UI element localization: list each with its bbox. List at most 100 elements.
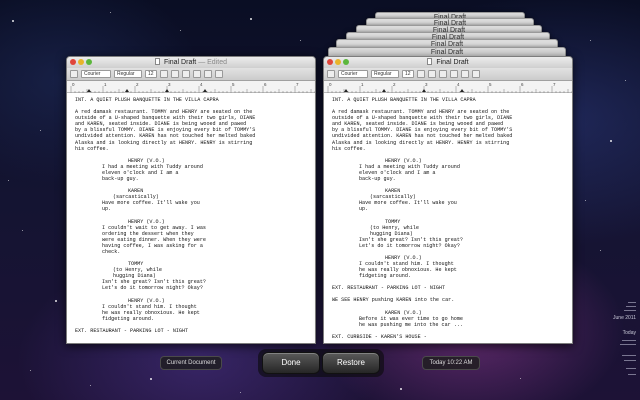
ruler-number: 7 (553, 82, 556, 87)
document-icon (427, 58, 433, 65)
ruler-ticks: 0 1 2 3 4 5 6 7 (70, 82, 315, 93)
ruler[interactable]: 0 1 2 3 4 5 6 7 (324, 81, 572, 93)
ruler-number: 6 (264, 82, 267, 87)
ruler[interactable]: 0 1 2 3 4 5 6 7 (67, 81, 315, 93)
elements-button[interactable] (327, 70, 335, 78)
align-center-button[interactable] (204, 70, 212, 78)
script-page[interactable]: INT. A QUIET PLUSH BANQUETTE IN THE VILL… (67, 93, 315, 334)
timeline-tick[interactable] (624, 310, 636, 311)
font-select[interactable]: Courier (338, 70, 368, 78)
ruler-number: 1 (361, 82, 364, 87)
close-icon[interactable] (327, 59, 333, 65)
zoom-icon[interactable] (86, 59, 92, 65)
ruler-number: 6 (521, 82, 524, 87)
timeline-tick[interactable] (622, 355, 636, 356)
scene-heading: EXT. RESTAURANT - PARKING LOT - NIGHT (332, 285, 446, 292)
action-block: WE SEE HENRY pushing KAREN into the car. (332, 297, 455, 304)
timeline-tick[interactable] (628, 302, 636, 303)
align-right-button[interactable] (215, 70, 223, 78)
tab-marker[interactable] (422, 89, 426, 92)
ruler-ticks: 0 1 2 3 4 5 6 7 (327, 82, 572, 93)
close-icon[interactable] (70, 59, 76, 65)
timeline-tick[interactable] (622, 340, 636, 341)
ruler-number: 0 (329, 82, 332, 87)
window-controls (327, 59, 349, 65)
version-document-window[interactable]: Final Draft Courier Regular 12 01234567 … (323, 56, 573, 344)
dialogue-block: HENRY (V.O.) I couldn't stand him. I tho… (75, 298, 307, 322)
script-page[interactable]: INT. A QUIET PLUSH BANQUETTE IN THE VILL… (324, 93, 572, 340)
timeline-tick[interactable] (626, 368, 636, 369)
action-block: A red damask restaurant. TOMMY and HENRY… (332, 109, 513, 152)
window-controls (70, 59, 92, 65)
style-select[interactable]: Regular (114, 70, 142, 78)
ruler-number: 0 (72, 82, 75, 87)
ruler-number: 7 (296, 82, 299, 87)
scene-heading: EXT. RESTAURANT - PARKING LOT - NIGHT (75, 327, 189, 334)
tab-marker[interactable] (125, 89, 129, 92)
current-document-label: Current Document (160, 356, 222, 370)
dialogue-block: TOMMY (to Henry, while hugging Diana) Isn… (332, 219, 564, 249)
edited-label: Edited (207, 59, 227, 66)
dialogue-block: KAREN (sarcastically) Have more coffee. … (75, 188, 307, 212)
version-timestamp: Today 10:22 AM (422, 356, 480, 370)
ruler-number: 5 (489, 82, 492, 87)
tab-marker[interactable] (87, 89, 91, 92)
zoom-icon[interactable] (343, 59, 349, 65)
underline-button[interactable] (182, 70, 190, 78)
action-block: A red damask restaurant. TOMMY and HENRY… (75, 109, 256, 152)
elements-button[interactable] (70, 70, 78, 78)
timeline-today-label[interactable]: Today (623, 330, 636, 336)
ruler-number: 4 (200, 82, 203, 87)
tab-marker[interactable] (344, 89, 348, 92)
dialogue-block: HENRY (V.O.) I couldn't stand him. I tho… (332, 255, 564, 279)
restore-button[interactable]: Restore (322, 352, 380, 374)
dialogue-block: KAREN (V.O.) Before it was ever time to … (332, 310, 564, 328)
italic-button[interactable] (428, 70, 436, 78)
underline-button[interactable] (439, 70, 447, 78)
tab-marker[interactable] (165, 89, 169, 92)
ruler-number: 2 (393, 82, 396, 87)
format-toolbar: Courier Regular 12 (67, 68, 315, 81)
tab-marker[interactable] (460, 89, 464, 92)
window-titlebar[interactable]: Final Draft (324, 57, 572, 68)
style-select[interactable]: Regular (371, 70, 399, 78)
bold-button[interactable] (160, 70, 168, 78)
format-toolbar: Courier Regular 12 (324, 68, 572, 81)
done-button[interactable]: Done (262, 352, 320, 374)
ruler-number: 2 (136, 82, 139, 87)
align-right-button[interactable] (472, 70, 480, 78)
align-left-button[interactable] (193, 70, 201, 78)
size-field[interactable]: 12 (402, 70, 414, 78)
current-document-window[interactable]: Final Draft — Edited Courier Regular 12 … (66, 56, 316, 344)
italic-button[interactable] (171, 70, 179, 78)
dialogue-block: HENRY (V.O.) I couldn't wait to get away… (75, 219, 307, 256)
align-left-button[interactable] (450, 70, 458, 78)
scene-heading: INT. A QUIET PLUSH BANQUETTE IN THE VILL… (332, 97, 476, 103)
font-select[interactable]: Courier (81, 70, 111, 78)
timeline-date-label[interactable]: June 2011 (613, 315, 636, 321)
scene-heading: INT. A QUIET PLUSH BANQUETTE IN THE VILL… (75, 97, 219, 103)
window-title: Final Draft (436, 59, 469, 66)
dialogue-block: KAREN (sarcastically) Have more coffee. … (332, 188, 564, 212)
window-titlebar[interactable]: Final Draft — Edited (67, 57, 315, 68)
timeline-tick[interactable] (620, 344, 636, 345)
window-title: Final Draft (163, 59, 197, 66)
timeline-tick[interactable] (624, 360, 636, 361)
minimize-icon[interactable] (335, 59, 341, 65)
bold-button[interactable] (417, 70, 425, 78)
ruler-number: 3 (425, 82, 428, 87)
ruler-number: 1 (104, 82, 107, 87)
align-center-button[interactable] (461, 70, 469, 78)
dialogue-block: HENRY (V.O.) I had a meeting with Tuddy … (75, 158, 307, 182)
timeline-tick[interactable] (628, 374, 636, 375)
tab-marker[interactable] (203, 89, 207, 92)
ruler-number: 5 (232, 82, 235, 87)
version-timeline[interactable] (610, 300, 640, 390)
ruler-number: 4 (457, 82, 460, 87)
timeline-tick[interactable] (626, 306, 636, 307)
tab-marker[interactable] (382, 89, 386, 92)
minimize-icon[interactable] (78, 59, 84, 65)
document-icon (154, 58, 160, 65)
size-field[interactable]: 12 (145, 70, 157, 78)
dialogue-block: HENRY (V.O.) I had a meeting with Tuddy … (332, 158, 564, 182)
